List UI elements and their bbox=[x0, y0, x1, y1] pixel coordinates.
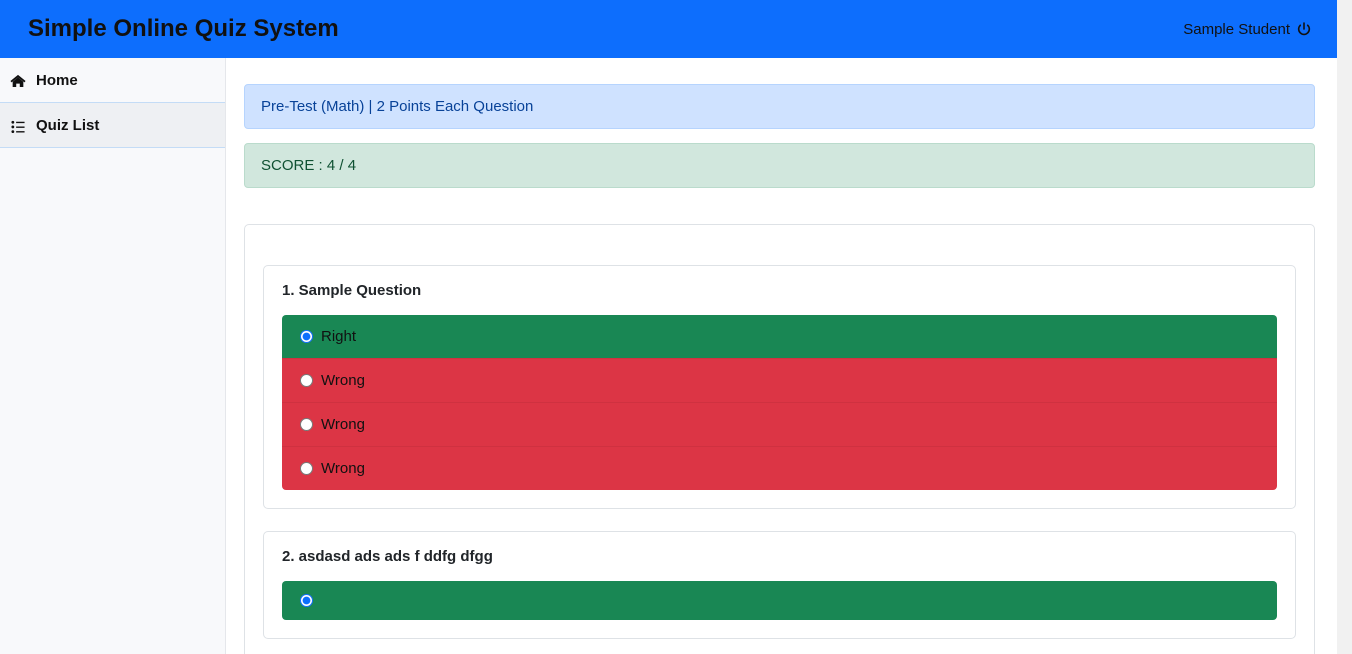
option-correct[interactable] bbox=[282, 581, 1277, 620]
option-label: Wrong bbox=[321, 372, 365, 389]
option-radio[interactable] bbox=[300, 418, 313, 431]
option-correct[interactable]: Right bbox=[282, 315, 1277, 358]
question-options: Right Wrong Wrong Wrong bbox=[282, 315, 1277, 490]
sidebar-item-home[interactable]: Home bbox=[0, 58, 225, 103]
app-header: Simple Online Quiz System Sample Student bbox=[0, 0, 1337, 58]
question-panel: 1. Sample Question Right Wrong Wrong Wrong bbox=[263, 265, 1296, 509]
sidebar-item-quiz-list[interactable]: Quiz List bbox=[0, 103, 225, 148]
questions-card: 1. Sample Question Right Wrong Wrong Wrong 2.… bbox=[244, 224, 1315, 654]
option-label: Wrong bbox=[321, 416, 365, 433]
sidebar-item-label: Home bbox=[36, 72, 78, 89]
option-radio[interactable] bbox=[300, 594, 313, 607]
sidebar: Home Quiz List bbox=[0, 58, 226, 654]
option-radio[interactable] bbox=[300, 330, 313, 343]
user-name: Sample Student bbox=[1183, 21, 1290, 38]
option-radio[interactable] bbox=[300, 462, 313, 475]
option-wrong[interactable]: Wrong bbox=[282, 402, 1277, 446]
question-title: 1. Sample Question bbox=[282, 282, 1277, 299]
option-label: Wrong bbox=[321, 460, 365, 477]
quiz-score-banner: SCORE : 4 / 4 bbox=[244, 143, 1315, 188]
question-options bbox=[282, 581, 1277, 620]
option-label: Right bbox=[321, 328, 356, 345]
scrollbar-track[interactable] bbox=[1337, 0, 1352, 654]
option-wrong[interactable]: Wrong bbox=[282, 358, 1277, 402]
power-icon bbox=[1296, 21, 1312, 37]
main-content: Pre-Test (Math) | 2 Points Each Question… bbox=[226, 58, 1337, 654]
user-menu[interactable]: Sample Student bbox=[1183, 21, 1312, 38]
sidebar-item-label: Quiz List bbox=[36, 117, 99, 134]
question-panel: 2. asdasd ads ads f ddfg dfgg bbox=[263, 531, 1296, 639]
list-icon bbox=[10, 118, 26, 133]
home-icon bbox=[10, 73, 26, 88]
option-wrong[interactable]: Wrong bbox=[282, 446, 1277, 490]
option-radio[interactable] bbox=[300, 374, 313, 387]
question-title: 2. asdasd ads ads f ddfg dfgg bbox=[282, 548, 1277, 565]
app-title: Simple Online Quiz System bbox=[28, 15, 339, 43]
quiz-title-banner: Pre-Test (Math) | 2 Points Each Question bbox=[244, 84, 1315, 129]
